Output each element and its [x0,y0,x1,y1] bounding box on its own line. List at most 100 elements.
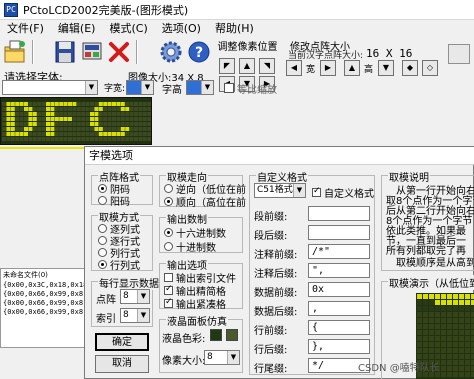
menu-bar: 文件(F) 编辑(E) 模式(C) 选项(O) 帮助(H) [0,20,474,38]
format-value: C51格式 [257,185,293,195]
output-base-option-hex[interactable]: 十六进制数 [164,225,226,240]
confirm-button[interactable]: 确定 [95,333,149,351]
font-controls-row: ▼ 字宽: ▼ 字高 ▼ 等比缩放 [0,79,474,97]
data-suffix-label: 数据后缀: [254,307,298,318]
menu-edit[interactable]: 编辑(E) [51,20,103,38]
demo-title: 取模演示（从低位到 [388,275,474,290]
dots-value: 8 [123,291,129,301]
app-icon: PC [4,2,18,17]
char-width-select[interactable]: ▼ [126,80,154,95]
menu-mode[interactable]: 模式(C) [102,20,154,38]
code-output-panel[interactable]: 未命名文件(0) {0x00,0x3C,0x18,0x18,0x {0x00,0… [0,268,86,348]
custom-format-title: 自定义格式 [256,169,308,184]
watermark: CSDN @嗑特队长 [358,363,440,374]
settings-icon[interactable] [80,38,106,66]
led-matrix [2,102,151,141]
direction-option-forward[interactable]: 顺向（高位在前 [164,194,246,209]
dot-format-group: 点阵格式 阴码 阳码 [91,169,153,208]
line-suffix-label: 行后缀: [254,345,288,356]
pixel-size-select[interactable]: 8 ▼ [204,350,240,365]
output-options-group: 输出选项 输出索引文件 输出精简格 输出紧凑格 [159,257,243,311]
comment-suffix-label: 注释后缀: [254,269,298,280]
comment-suffix-field[interactable]: ", [308,263,370,278]
checkbox-icon [312,186,321,197]
close-icon[interactable] [106,38,132,66]
chevron-down-icon: ▼ [293,184,305,197]
mode-option-row-column[interactable]: 行列式 [98,257,140,272]
segment-prefix-label: 段前缀: [254,212,288,223]
svg-text:?: ? [195,45,203,61]
option-label: 十六进制数 [176,229,226,240]
radio-icon [164,228,173,237]
segment-suffix-field[interactable] [308,225,370,240]
custom-format-checkbox[interactable]: 自定义格式 [312,185,374,200]
toolbar-separator [32,40,34,64]
line-suffix-field[interactable]: }, [308,339,370,354]
description-line: 取模顺序是从高到 [396,258,474,269]
dots-select[interactable]: 8 ▼ [120,289,150,304]
menu-options[interactable]: 选项(O) [155,20,208,38]
radio-icon [98,236,107,245]
title-bar: PC PCtoLCD2002完美版-(图形模式) [0,0,474,20]
data-prefix-label: 数据前缀: [254,288,298,299]
index-label: 索引 [96,314,116,325]
custom-format-group: 自定义格式 C51格式▼ 自定义格式 段前缀: 段后缀: 注释前缀: /*" 注… [249,169,375,375]
pixel-size-value: 8 [207,352,213,362]
radio-icon [164,184,173,193]
font-select[interactable]: ▼ [2,80,98,95]
dot-format-option-positive[interactable]: 阳码 [98,193,130,208]
line-prefix-field[interactable]: { [308,320,370,335]
format-select[interactable]: C51格式 ▼ [254,183,306,198]
save-icon[interactable] [53,38,79,66]
option-label: 自定义格式 [324,189,374,200]
radio-icon [98,224,107,233]
cancel-button[interactable]: 取消 [95,355,149,373]
code-line: {0x00,0x3C,0x18,0x18,0x [3,281,85,289]
line-prefix-label: 行前缀: [254,326,288,337]
menu-file[interactable]: 文件(F) [0,20,51,38]
tool-button-icon[interactable] [448,44,470,64]
output-base-option-dec[interactable]: 十进制数 [164,239,216,254]
data-suffix-field[interactable]: , [308,301,370,316]
comment-prefix-field[interactable]: /*" [308,244,370,259]
direction-group: 取模走向 逆向（低位在前 顺向（高位在前 [159,169,246,209]
radio-icon [98,184,107,193]
option-label: 阳码 [110,197,130,208]
char-height-label: 字高 [162,85,182,96]
index-select[interactable]: 8 ▼ [120,308,150,323]
lcd-color-label: 液晶色彩: [162,334,206,345]
char-height-select[interactable]: ▼ [186,80,214,95]
chevron-down-icon: ▼ [141,81,153,94]
size-values: 16 X 16 [366,47,413,60]
checkbox-icon [164,284,173,295]
per-row-group: 每行显示数据 点阵 8 ▼ 索引 8 ▼ [91,275,160,327]
font-options-dialog: 字模选项 点阵格式 阴码 阳码 取模方式 逐列式 逐行式 列行式 行列式 每行显… [84,146,474,379]
output-base-group: 输出数制 十六进制数 十进制数 [159,211,243,254]
help-icon[interactable]: ? [186,38,212,66]
lcd-color-on-swatch[interactable] [210,329,222,341]
lcd-sim-group: 液晶面板仿真 液晶色彩: 像素大小: 8 ▼ [159,313,243,373]
chevron-down-icon: ▼ [137,309,149,322]
menu-help[interactable]: 帮助(H) [208,20,261,38]
output-tight-checkbox[interactable]: 输出紧凑格 [164,296,226,311]
description-group: 取模说明 从第一行开始向右 取8个点作为一个字节 后从第二行开始向右 8个点作为… [381,169,474,271]
radio-icon [98,260,107,269]
toolbar-separator [136,40,138,64]
proportional-checkbox[interactable] [224,83,234,93]
gear-icon[interactable] [158,38,184,66]
radio-icon [98,248,107,257]
code-line: {0x00,0x66,0x99,0x81,0x [3,308,85,316]
option-label: 行列式 [110,261,140,272]
chevron-down-icon: ▼ [85,81,97,94]
lcd-color-off-swatch[interactable] [226,329,238,341]
data-prefix-field[interactable]: 0x [308,282,370,297]
option-label: 十进制数 [176,243,216,254]
output-base-title: 输出数制 [166,211,208,226]
chevron-down-icon: ▼ [137,290,149,303]
segment-prefix-field[interactable] [308,206,370,221]
checkbox-icon [164,297,173,308]
pixel-size-label: 像素大小: [162,356,206,367]
led-preview[interactable] [0,97,152,145]
code-line: {0x00,0x66,0x99,0x81,0x [3,290,85,298]
folder-icon[interactable] [2,38,28,66]
